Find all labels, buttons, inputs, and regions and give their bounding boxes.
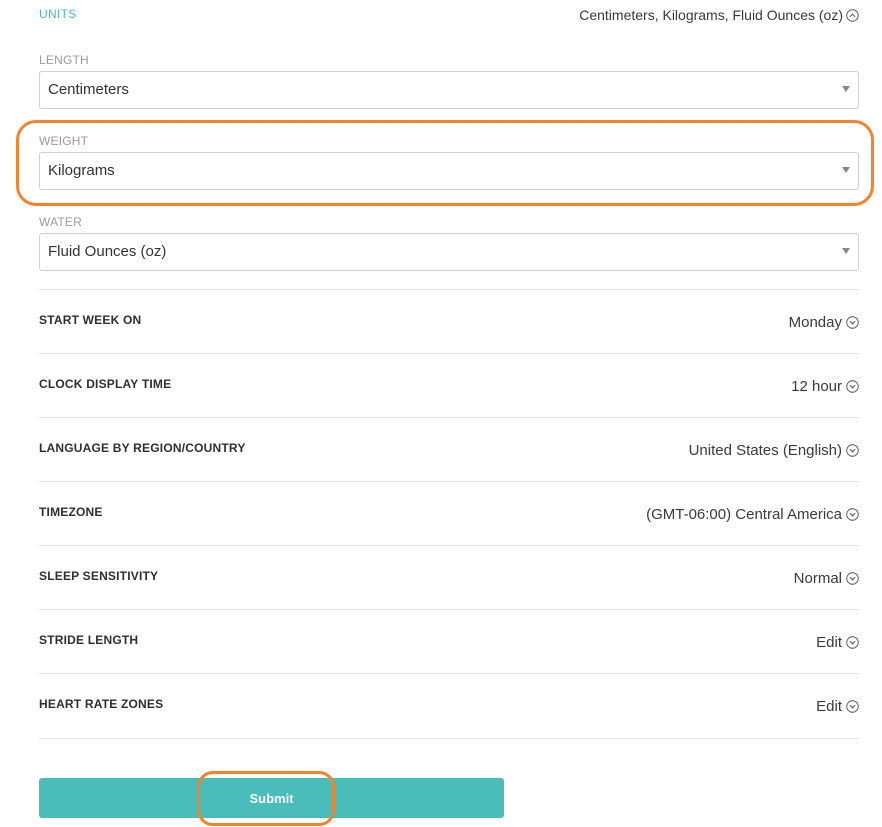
setting-value-dropdown[interactable]: Normal [794,570,859,587]
submit-button[interactable]: Submit [39,778,504,818]
water-select-value: Fluid Ounces (oz) [48,243,167,260]
setting-row-timezone[interactable]: TIMEZONE (GMT-06:00) Central America [39,481,859,546]
setting-row-language[interactable]: LANGUAGE BY REGION/COUNTRY United States… [39,417,859,482]
setting-value-dropdown[interactable]: Monday [789,314,859,331]
length-select[interactable]: Centimeters [39,71,859,109]
setting-value-dropdown[interactable]: Edit [816,698,859,715]
caret-down-icon [842,248,850,254]
units-title: UNITS [39,7,77,21]
setting-value-dropdown[interactable]: 12 hour [791,378,859,395]
setting-label: START WEEK ON [39,313,142,327]
chevron-down-circle-icon[interactable] [846,316,859,329]
setting-value: United States (English) [688,442,842,459]
setting-label: SLEEP SENSITIVITY [39,569,159,583]
setting-value: Edit [816,698,842,715]
length-select-value: Centimeters [48,81,129,98]
chevron-down-circle-icon[interactable] [846,636,859,649]
setting-row-clock-display[interactable]: CLOCK DISPLAY TIME 12 hour [39,353,859,418]
setting-label: TIMEZONE [39,505,103,519]
chevron-up-circle-icon[interactable] [846,8,859,22]
chevron-down-circle-icon[interactable] [846,508,859,521]
setting-value-dropdown[interactable]: United States (English) [689,442,859,459]
setting-row-heart-rate-zones[interactable]: HEART RATE ZONES Edit [39,673,859,739]
units-summary-text: Centimeters, Kilograms, Fluid Ounces (oz… [579,7,843,23]
weight-select-value: Kilograms [48,162,115,179]
chevron-down-circle-icon[interactable] [846,700,859,713]
water-label: WATER [39,215,82,229]
setting-value: 12 hour [791,378,842,395]
weight-select[interactable]: Kilograms [39,152,859,190]
setting-row-start-week[interactable]: START WEEK ON Monday [39,289,859,354]
chevron-down-circle-icon[interactable] [846,380,859,393]
caret-down-icon [842,167,850,173]
length-label: LENGTH [39,53,89,67]
setting-label: CLOCK DISPLAY TIME [39,377,172,391]
setting-value-dropdown[interactable]: Edit [816,634,859,651]
chevron-down-circle-icon[interactable] [846,572,859,585]
weight-label: WEIGHT [39,134,89,148]
setting-label: LANGUAGE BY REGION/COUNTRY [39,441,246,455]
setting-value: Monday [788,314,842,331]
caret-down-icon [842,86,850,92]
setting-value: (GMT-06:00) Central America [646,506,842,523]
setting-value-dropdown[interactable]: (GMT-06:00) Central America [646,506,859,523]
setting-label: HEART RATE ZONES [39,697,164,711]
units-summary-toggle[interactable]: Centimeters, Kilograms, Fluid Ounces (oz… [579,7,859,23]
setting-value: Normal [793,570,842,587]
chevron-down-circle-icon[interactable] [846,444,859,457]
water-select[interactable]: Fluid Ounces (oz) [39,233,859,271]
units-section-header: UNITS Centimeters, Kilograms, Fluid Ounc… [39,0,859,32]
setting-row-sleep-sensitivity[interactable]: SLEEP SENSITIVITY Normal [39,545,859,610]
setting-value: Edit [816,634,842,651]
setting-row-stride-length[interactable]: STRIDE LENGTH Edit [39,609,859,674]
setting-label: STRIDE LENGTH [39,633,139,647]
